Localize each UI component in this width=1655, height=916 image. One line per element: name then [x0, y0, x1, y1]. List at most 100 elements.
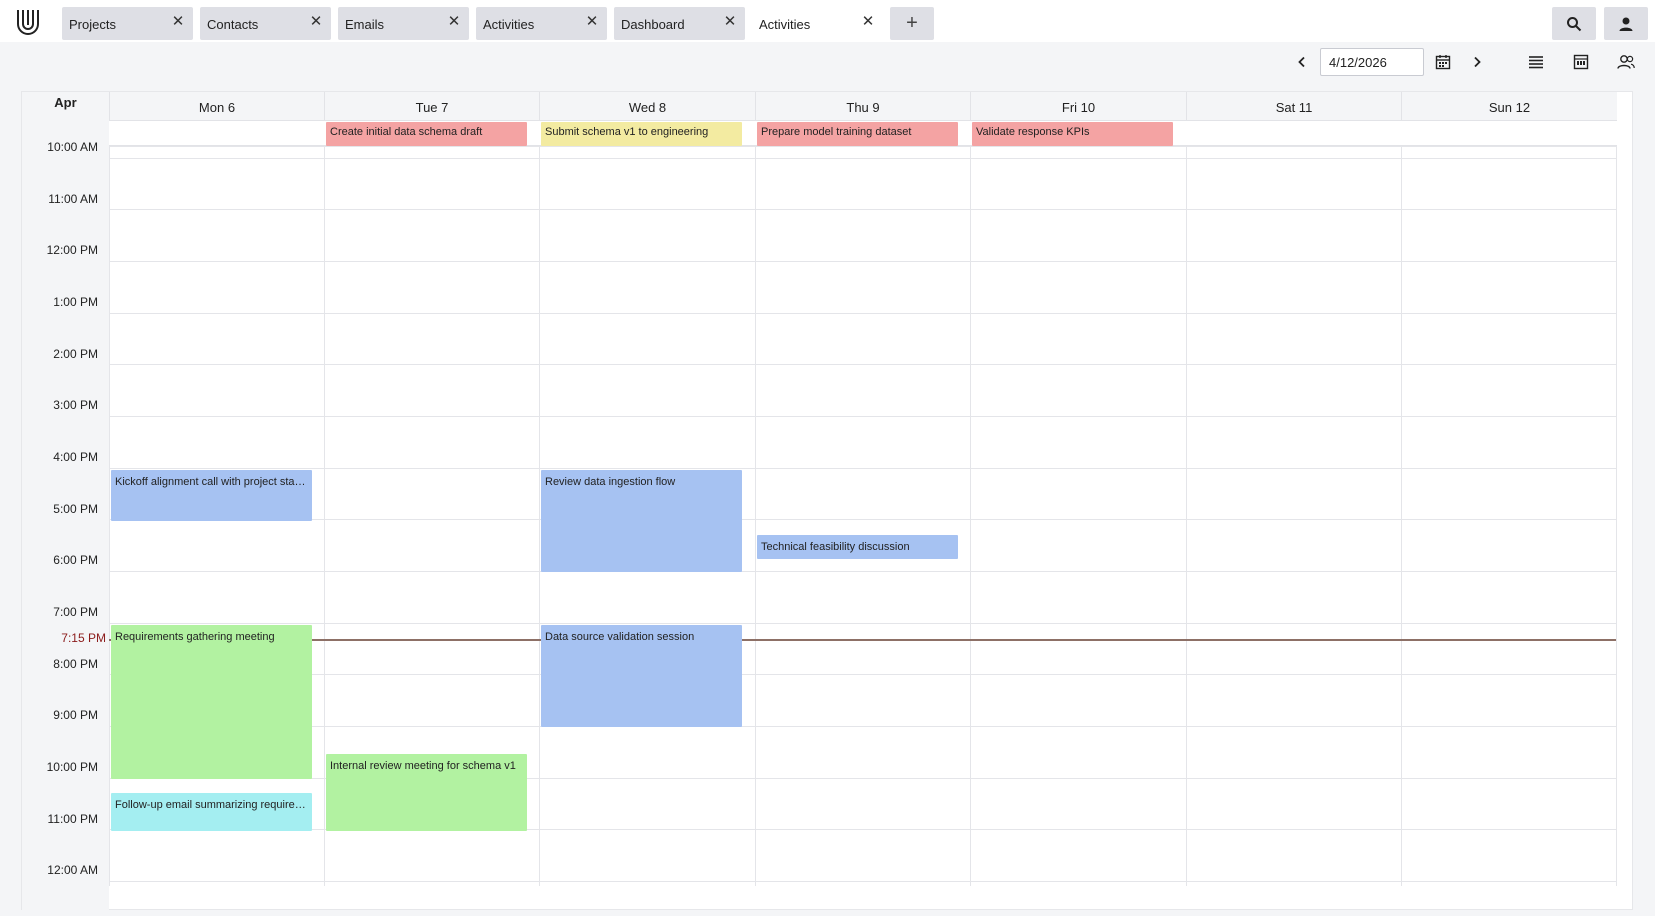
u-logo-icon[interactable]: [14, 7, 42, 37]
current-time-label: 7:15 PM: [61, 631, 106, 645]
day-header[interactable]: Thu 9: [755, 92, 970, 121]
close-icon[interactable]: ✕: [170, 14, 186, 30]
time-label: 12:00 PM: [46, 243, 98, 257]
time-label: 10:00 PM: [46, 760, 98, 774]
hour-line: [109, 416, 1617, 417]
hour-line: [109, 571, 1617, 572]
calendar-event[interactable]: Follow-up email summarizing requirem…: [111, 793, 312, 831]
day-line: [755, 146, 756, 886]
close-icon[interactable]: ✕: [446, 14, 462, 30]
day-header[interactable]: Mon 6: [109, 92, 324, 121]
day-header[interactable]: Wed 8: [539, 92, 755, 121]
tab-dashboard[interactable]: Dashboard ✕: [614, 7, 745, 40]
tab-label: Emails: [345, 17, 385, 32]
time-label: 2:00 PM: [53, 347, 98, 361]
chevron-left-icon: [1298, 56, 1305, 68]
tab-strip: Projects ✕ Contacts ✕ Emails ✕ Activitie…: [62, 7, 934, 40]
current-time-line: [109, 639, 1616, 641]
calendar-icon: [1435, 55, 1451, 70]
hour-line: [109, 261, 1617, 262]
tab-label: Projects: [69, 17, 116, 32]
tab-contacts[interactable]: Contacts ✕: [200, 7, 331, 40]
calendar-view-button[interactable]: [1569, 50, 1593, 74]
hour-line: [109, 146, 1617, 147]
chevron-right-icon: [1474, 56, 1481, 68]
tab-activities-active[interactable]: Activities ✕: [752, 7, 883, 40]
week-calendar: Apr Mon 6 Tue 7 Wed 8 Thu 9 Fri 10 Sat 1…: [21, 91, 1633, 911]
hour-line: [109, 623, 1617, 624]
person-icon: [1619, 17, 1633, 31]
tab-label: Activities: [759, 17, 811, 32]
tab-projects[interactable]: Projects ✕: [62, 7, 193, 40]
hour-line: [109, 468, 1617, 469]
top-bar: Projects ✕ Contacts ✕ Emails ✕ Activitie…: [0, 0, 1655, 42]
users-icon: [1617, 55, 1635, 69]
hour-line: [109, 313, 1617, 314]
day-line: [970, 146, 971, 886]
hour-line: [109, 881, 1617, 882]
day-line: [324, 146, 325, 886]
close-icon[interactable]: ✕: [308, 14, 324, 30]
day-header[interactable]: Sat 11: [1186, 92, 1401, 121]
previous-week-button[interactable]: [1290, 50, 1314, 74]
account-button[interactable]: [1604, 7, 1648, 40]
calendar-event[interactable]: Internal review meeting for schema v1: [326, 754, 527, 831]
plus-icon: +: [906, 12, 918, 34]
time-label: 3:00 PM: [53, 398, 98, 412]
tab-label: Contacts: [207, 17, 259, 32]
close-icon[interactable]: ✕: [584, 14, 600, 30]
hour-line: [109, 158, 1617, 159]
calendar-event[interactable]: Kickoff alignment call with project stak…: [111, 470, 312, 521]
calendar-event[interactable]: Review data ingestion flow: [541, 470, 742, 572]
time-label: 1:00 PM: [53, 295, 98, 309]
search-button[interactable]: [1552, 7, 1596, 40]
close-icon[interactable]: ✕: [722, 14, 738, 30]
hour-line: [109, 364, 1617, 365]
hour-line: [109, 674, 1617, 675]
time-label: 11:00 PM: [47, 812, 98, 826]
day-line: [1186, 146, 1187, 886]
all-day-event[interactable]: Prepare model training dataset: [757, 122, 958, 146]
day-header[interactable]: Fri 10: [970, 92, 1186, 121]
day-header[interactable]: Sun 12: [1401, 92, 1617, 121]
close-icon[interactable]: ✕: [860, 14, 876, 30]
hour-line: [109, 519, 1617, 520]
time-label: 8:00 PM: [53, 657, 98, 671]
all-day-event[interactable]: Submit schema v1 to engineering: [541, 122, 742, 146]
time-label: 5:00 PM: [53, 502, 98, 516]
list-view-button[interactable]: [1524, 50, 1548, 74]
date-picker-button[interactable]: [1431, 50, 1455, 74]
calendar-event[interactable]: Technical feasibility discussion: [757, 535, 958, 559]
date-field[interactable]: [1320, 48, 1424, 76]
day-line: [109, 146, 110, 886]
time-label: 7:00 PM: [53, 605, 98, 619]
next-week-button[interactable]: [1465, 50, 1489, 74]
calendar-view-icon: [1573, 54, 1589, 70]
users-filter-button[interactable]: [1614, 50, 1638, 74]
time-grid[interactable]: Kickoff alignment call with project stak…: [109, 146, 1617, 886]
search-icon: [1567, 16, 1582, 31]
time-label: 6:00 PM: [53, 553, 98, 567]
list-view-icon: [1529, 56, 1543, 69]
all-day-event[interactable]: Create initial data schema draft: [326, 122, 527, 146]
day-line: [1401, 146, 1402, 886]
time-label: 9:00 PM: [53, 708, 98, 722]
hour-line: [109, 209, 1617, 210]
all-day-event[interactable]: Validate response KPIs: [972, 122, 1173, 146]
calendar-event[interactable]: Requirements gathering meeting: [111, 625, 312, 779]
time-label: 12:00 AM: [47, 863, 98, 877]
hour-line: [109, 726, 1617, 727]
tab-label: Dashboard: [621, 17, 685, 32]
time-label: 4:00 PM: [53, 450, 98, 464]
day-line: [539, 146, 540, 886]
month-label: Apr: [22, 92, 109, 121]
day-header[interactable]: Tue 7: [324, 92, 539, 121]
calendar-event[interactable]: Data source validation session: [541, 625, 742, 727]
add-tab-button[interactable]: +: [890, 7, 934, 40]
time-label: 11:00 AM: [48, 192, 98, 206]
day-line: [1616, 146, 1617, 886]
tab-label: Activities: [483, 17, 535, 32]
time-label: 10:00 AM: [47, 140, 98, 154]
tab-emails[interactable]: Emails ✕: [338, 7, 469, 40]
tab-activities[interactable]: Activities ✕: [476, 7, 607, 40]
